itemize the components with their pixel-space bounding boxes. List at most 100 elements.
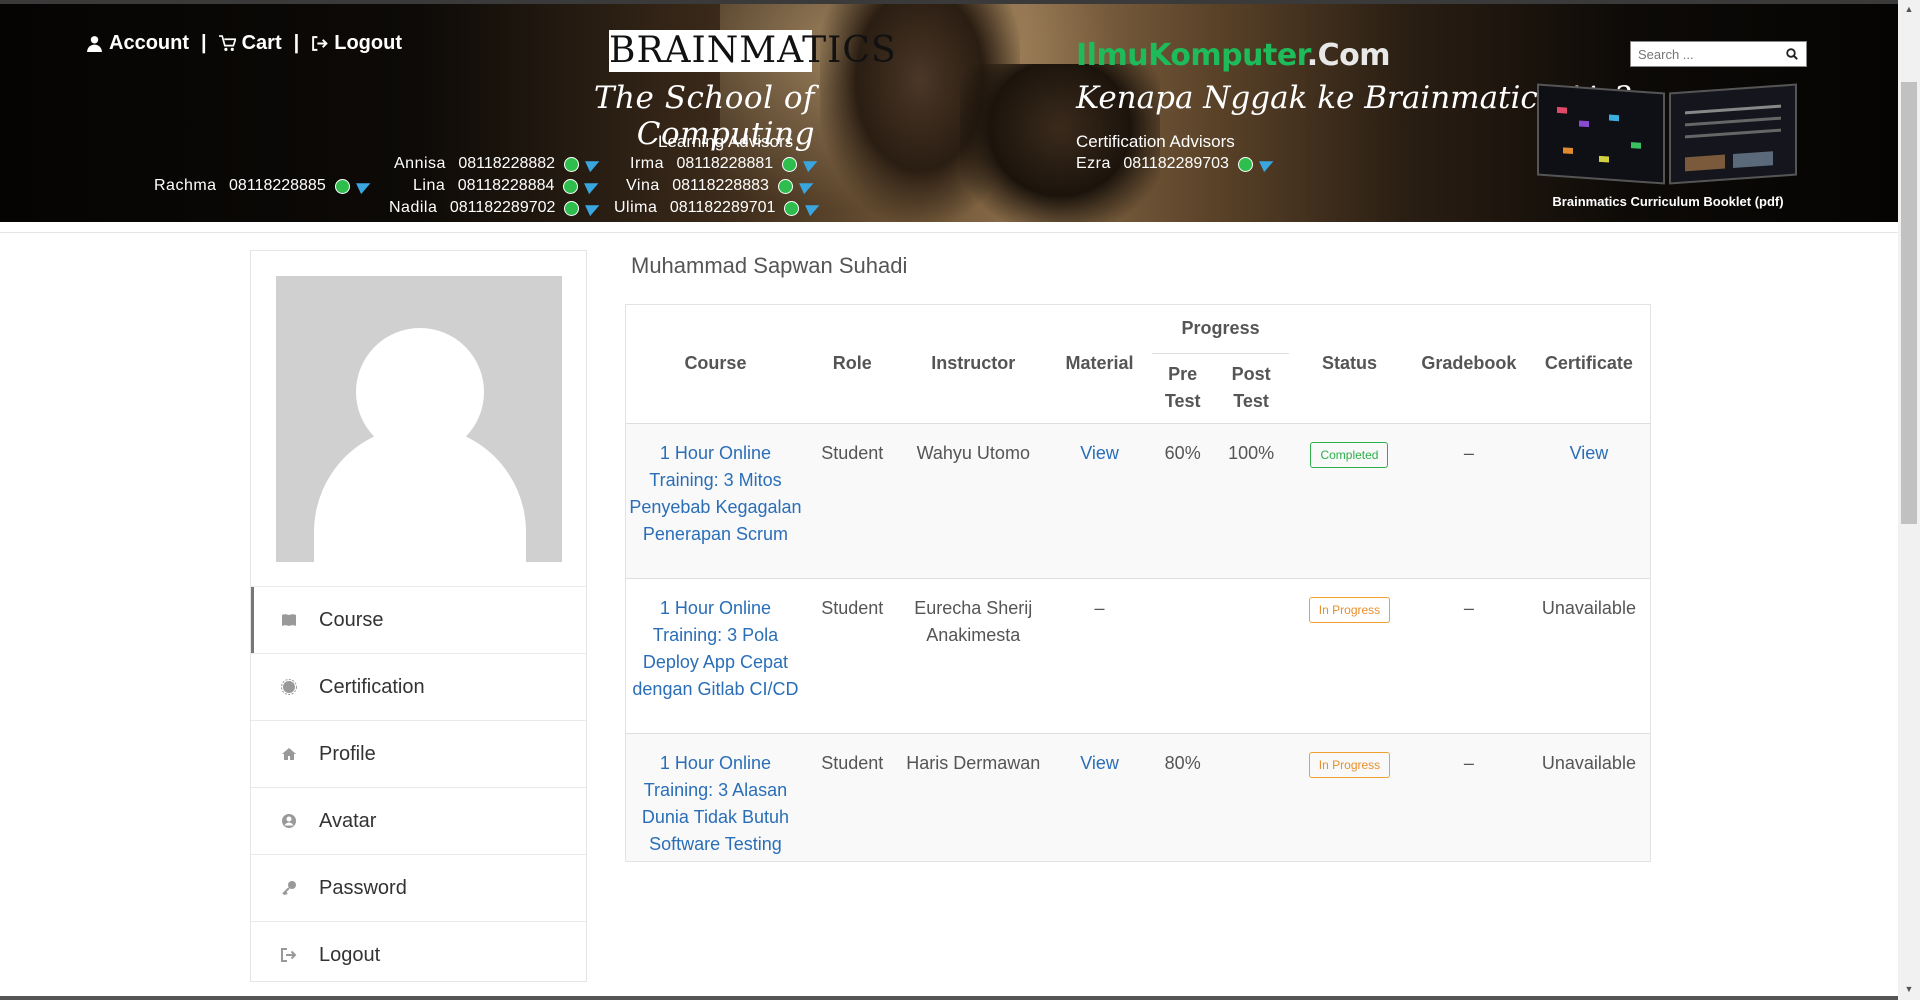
telegram-icon[interactable] <box>805 199 823 217</box>
gradebook-cell: – <box>1409 423 1528 578</box>
user-icon <box>87 36 102 52</box>
course-cell: 1 Hour Online Training: 3 Mitos Penyebab… <box>626 423 805 578</box>
course-link[interactable]: 1 Hour Online Training: 3 Pola Deploy Ap… <box>632 598 798 699</box>
sidebar-item-password[interactable]: Password <box>251 854 586 921</box>
role-cell: Student <box>804 423 900 578</box>
material-cell: View <box>1046 733 1153 861</box>
advisor-name: Annisa <box>394 155 446 172</box>
post-test-cell <box>1213 733 1289 861</box>
material-cell: View <box>1046 423 1153 578</box>
advisor-name: Vina <box>626 177 660 194</box>
advisor-phone: 08118228885 <box>229 177 326 194</box>
learning-advisors-title: Learning Advisors <box>658 132 794 151</box>
booklet-graphic <box>1685 154 1725 172</box>
whatsapp-icon[interactable] <box>563 178 579 194</box>
sidebar-item-certification[interactable]: Certification <box>251 653 586 720</box>
scroll-down-arrow-icon[interactable]: ▼ <box>1898 980 1920 998</box>
table-row: 1 Hour Online Training: 3 Mitos Penyebab… <box>626 423 1650 578</box>
booklet-page-left <box>1537 83 1665 185</box>
col-header-pre-test: Pre Test <box>1164 364 1201 411</box>
telegram-icon[interactable] <box>585 199 603 217</box>
whatsapp-icon[interactable] <box>784 200 800 216</box>
col-header-role: Role <box>832 353 872 374</box>
curriculum-booklet-image[interactable] <box>1537 83 1799 185</box>
advisor-contact: Lina 08118228884 <box>413 177 602 195</box>
scroll-up-arrow-icon[interactable]: ▲ <box>1898 0 1920 18</box>
telegram-icon[interactable] <box>355 177 373 195</box>
advisor-contact: Irma 08118228881 <box>630 155 821 173</box>
certificate-cell: View <box>1527 423 1650 578</box>
sidebar-item-course[interactable]: Course <box>251 586 586 653</box>
booklet-graphic <box>1685 116 1781 127</box>
nav-separator: | <box>293 32 300 54</box>
status-badge: In Progress <box>1308 596 1391 623</box>
whatsapp-icon[interactable] <box>1237 156 1253 172</box>
advisor-name: Lina <box>413 177 446 194</box>
col-header-post-test: Post Test <box>1231 364 1271 411</box>
nav-cart-link[interactable]: Cart <box>218 32 282 55</box>
search-form <box>1630 41 1807 67</box>
material-view-link[interactable]: View <box>1080 753 1119 773</box>
whatsapp-icon[interactable] <box>564 200 580 216</box>
whatsapp-icon[interactable] <box>777 178 793 194</box>
col-header-gradebook: Gradebook <box>1421 353 1517 374</box>
nav-logout-link[interactable]: Logout <box>311 32 402 55</box>
certificate-view-link[interactable]: View <box>1570 443 1609 463</box>
material-cell: – <box>1046 578 1153 733</box>
instructor-cell: Haris Dermawan <box>899 733 1047 861</box>
sidebar-item-label: Logout <box>319 943 381 966</box>
col-header-certificate: Certificate <box>1544 353 1633 374</box>
pre-test-cell: 60% <box>1152 423 1214 578</box>
bottom-border <box>0 996 1898 1000</box>
nav-cart-label: Cart <box>241 32 282 54</box>
search-button[interactable] <box>1779 42 1805 66</box>
brainmatics-logo[interactable]: BRAINMATICS <box>609 30 896 72</box>
advisor-phone: 081182289703 <box>1123 155 1229 172</box>
whatsapp-icon[interactable] <box>334 178 350 194</box>
telegram-icon[interactable] <box>1259 155 1276 173</box>
ilmukomputer-logo-main: IlmuKomputer <box>1076 38 1307 73</box>
telegram-icon[interactable] <box>585 155 603 173</box>
booklet-label[interactable]: Brainmatics Curriculum Booklet (pdf) <box>1537 194 1799 209</box>
advisor-phone: 081182289702 <box>449 199 556 216</box>
nav-account-link[interactable]: Account <box>86 32 189 55</box>
sidebar-item-avatar[interactable]: Avatar <box>251 787 586 854</box>
whatsapp-icon[interactable] <box>564 156 580 172</box>
advisor-phone: 08118228883 <box>672 177 769 194</box>
telegram-icon[interactable] <box>798 177 816 195</box>
sidebar-item-profile[interactable]: Profile <box>251 720 586 787</box>
status-badge: In Progress <box>1308 751 1391 778</box>
pre-test-cell: 80% <box>1152 733 1214 861</box>
sidebar-item-label: Profile <box>319 742 376 765</box>
instructor-cell: Wahyu Utomo <box>899 423 1047 578</box>
book-icon <box>280 611 298 629</box>
role-cell: Student <box>804 578 900 733</box>
advisor-contact: Ezra 081182289703 <box>1076 155 1276 173</box>
site-header-banner: Account | Cart | Logout BRAINMATICS The … <box>0 4 1898 222</box>
booklet-graphic <box>1685 104 1781 115</box>
sidebar-item-logout[interactable]: Logout <box>251 921 586 988</box>
telegram-icon[interactable] <box>803 155 821 173</box>
course-link[interactable]: 1 Hour Online Training: 3 Alasan Dunia T… <box>642 753 789 854</box>
certification-advisors-title: Certification Advisors <box>1076 132 1235 151</box>
course-link[interactable]: 1 Hour Online Training: 3 Mitos Penyebab… <box>629 443 801 544</box>
avatar-body-placeholder <box>314 426 526 562</box>
search-icon <box>1786 48 1798 60</box>
booklet-graphic <box>1557 106 1567 114</box>
whatsapp-icon[interactable] <box>782 156 798 172</box>
post-test-cell: 100% <box>1213 423 1289 578</box>
avatar <box>276 276 562 562</box>
sidebar-item-label: Course <box>319 608 384 631</box>
cart-icon <box>218 35 236 51</box>
scrollbar-thumb[interactable] <box>1901 82 1917 524</box>
sign-out-icon <box>312 36 328 51</box>
telegram-icon[interactable] <box>584 177 602 195</box>
nav-separator: | <box>201 32 207 54</box>
course-cell: 1 Hour Online Training: 3 Pola Deploy Ap… <box>626 578 805 733</box>
material-view-link[interactable]: View <box>1080 443 1119 463</box>
certificate-icon <box>280 678 298 696</box>
search-input[interactable] <box>1631 43 1779 65</box>
nav-logout-label: Logout <box>334 32 402 54</box>
advisor-contact: Nadila 081182289702 <box>389 199 603 217</box>
ilmukomputer-logo[interactable]: IlmuKomputer.Com <box>1076 38 1391 73</box>
